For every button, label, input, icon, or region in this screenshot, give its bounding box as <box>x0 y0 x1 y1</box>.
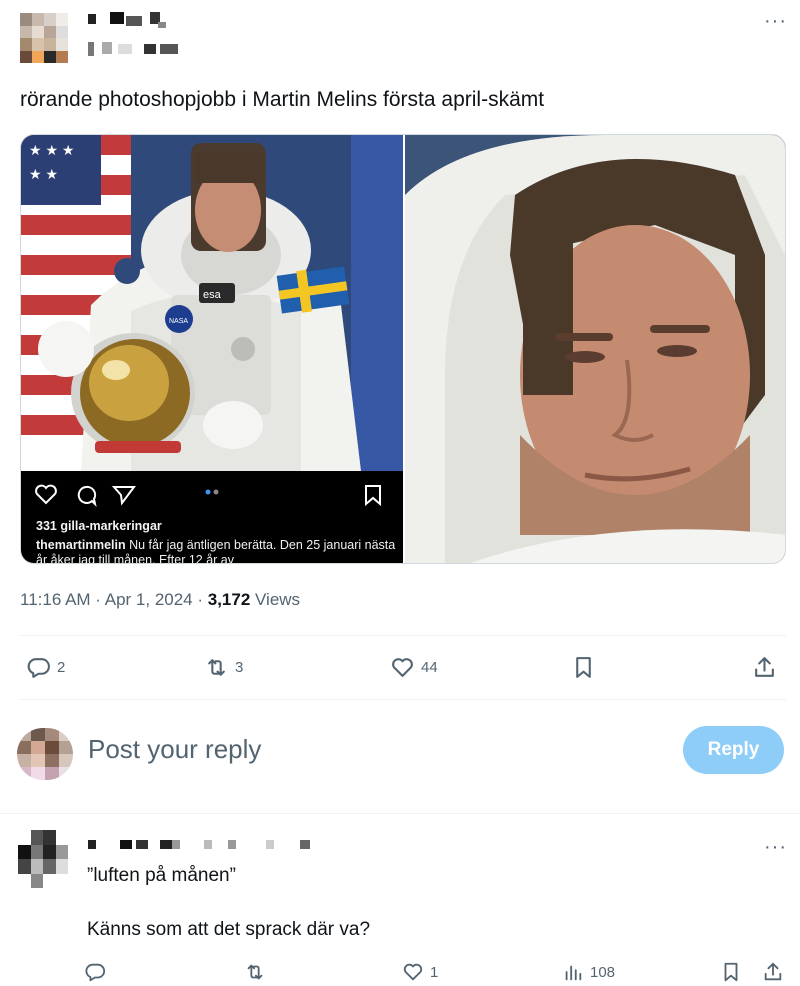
reply-button[interactable]: Reply <box>683 726 784 774</box>
share-icon <box>764 962 782 981</box>
svg-text:★ ★: ★ ★ <box>29 166 58 182</box>
commenter-name[interactable] <box>88 838 318 852</box>
comment-more-options-icon[interactable]: ··· <box>764 837 787 857</box>
views-count: 3,172 <box>207 590 251 609</box>
reply-icon <box>27 658 50 678</box>
svg-text:★ ★ ★: ★ ★ ★ <box>29 142 74 158</box>
comment-share-button[interactable] <box>762 961 784 983</box>
my-avatar[interactable] <box>17 728 73 780</box>
face-closeup-image <box>405 135 785 563</box>
comment-bookmark-button[interactable] <box>720 961 742 983</box>
instagram-action-icons <box>35 484 136 507</box>
comment-body: Känns som att det sprack där va? <box>87 919 371 940</box>
instagram-caption: themartinmelin Nu får jag äntligen berät… <box>36 538 396 564</box>
analytics-icon <box>565 965 582 981</box>
heart-icon <box>392 658 413 677</box>
repost-icon <box>247 964 263 980</box>
instagram-overlay: 331 gilla-markeringar themartinmelin Nu … <box>21 471 403 564</box>
post-media[interactable]: ★ ★ ★ ★ ★ esa NASA 331 gilla-markeringar… <box>20 134 786 564</box>
heart-icon <box>403 963 423 981</box>
comment-views-button[interactable]: 108 <box>562 961 615 983</box>
svg-text:esa: esa <box>203 289 222 301</box>
reply-input[interactable]: Post your reply <box>88 734 261 765</box>
share-action-button[interactable] <box>752 655 777 680</box>
post-meta: 11:16 AM · Apr 1, 2024 · 3,172 Views <box>20 590 301 609</box>
comment-reply-button[interactable] <box>84 961 106 983</box>
bookmark-action-button[interactable] <box>571 655 596 680</box>
reply-icon <box>85 963 106 982</box>
post-timestamp[interactable]: 11:16 AM · Apr 1, 2024 · <box>20 590 208 609</box>
post-text: rörande photoshopjobb i Martin Melins fö… <box>20 88 545 111</box>
share-icon <box>755 657 774 677</box>
reply-action-button[interactable]: 2 <box>26 655 65 680</box>
bookmark-icon <box>576 657 591 678</box>
repost-icon <box>208 659 225 676</box>
author-name[interactable] <box>88 12 188 62</box>
more-options-icon[interactable]: ··· <box>764 11 787 31</box>
bookmark-icon <box>365 485 381 507</box>
comment-like-button[interactable]: 1 <box>402 961 438 983</box>
comment-quote: ”luften på månen” <box>87 865 236 886</box>
commenter-avatar[interactable] <box>18 830 68 888</box>
like-action-button[interactable]: 44 <box>390 655 438 680</box>
svg-text:NASA: NASA <box>169 318 188 325</box>
comment-repost-button[interactable] <box>244 961 266 983</box>
avatar[interactable] <box>20 13 68 63</box>
media-image-instagram-screenshot[interactable]: ★ ★ ★ ★ ★ esa NASA 331 gilla-markeringar… <box>21 135 403 564</box>
repost-action-button[interactable]: 3 <box>204 655 243 680</box>
bookmark-icon <box>724 962 738 982</box>
carousel-dots <box>205 489 219 495</box>
media-image-closeup[interactable] <box>405 135 785 563</box>
instagram-likes: 331 gilla-markeringar <box>36 519 162 533</box>
